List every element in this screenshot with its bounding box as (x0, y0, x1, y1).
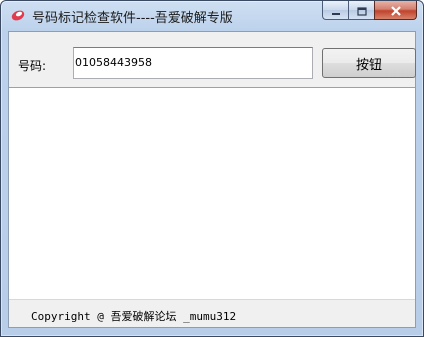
app-window: 号码标记检查软件----吾爱破解专版 号码: 01058443958 按钮 Co… (0, 0, 424, 337)
submit-button[interactable]: 按钮 (322, 48, 416, 78)
minimize-button[interactable] (322, 1, 348, 20)
results-panel[interactable] (9, 87, 415, 300)
app-logo-icon (10, 7, 26, 23)
copyright-footer: Copyright @ 吾爱破解论坛 _mumu312 (31, 310, 237, 323)
close-button[interactable] (374, 1, 417, 20)
window-title: 号码标记检查软件----吾爱破解专版 (32, 11, 233, 26)
client-area: 号码: 01058443958 按钮 Copyright @ 吾爱破解论坛 _m… (8, 31, 416, 328)
phone-number-input[interactable]: 01058443958 (73, 47, 313, 79)
maximize-button[interactable] (348, 1, 374, 20)
close-icon (390, 1, 402, 20)
title-bar[interactable]: 号码标记检查软件----吾爱破解专版 (1, 1, 423, 29)
phone-label: 号码: (18, 59, 47, 73)
minimize-icon (331, 1, 341, 20)
maximize-icon (356, 1, 367, 20)
caption-buttons (322, 1, 417, 21)
